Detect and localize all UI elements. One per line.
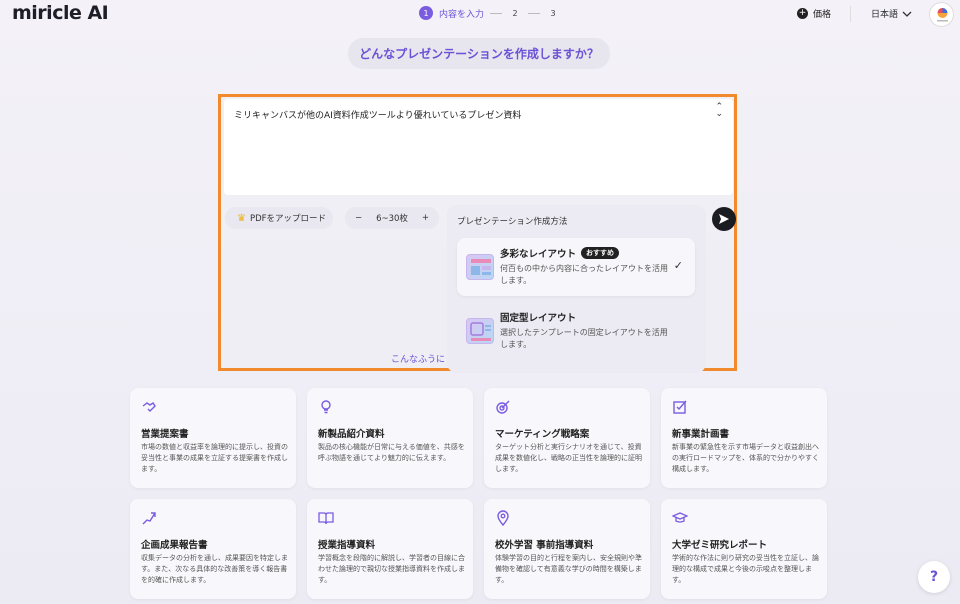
price-link[interactable]: + 価格 bbox=[797, 7, 831, 20]
examples-heading: こんなふうに bbox=[391, 355, 446, 365]
template-title: 授業指導資料 bbox=[318, 540, 376, 551]
template-desc: 新事業の緊急性を示す市場データと収益創出への実行ロードマップを、体系的で分かりや… bbox=[672, 443, 819, 473]
template-title: 営業提案書 bbox=[141, 429, 189, 440]
recommended-badge: おすすめ bbox=[581, 247, 620, 259]
template-title: マーケティング戦略案 bbox=[495, 429, 590, 440]
template-desc: 収集データの分析を通し、成果要因を特定します。また、次なる具体的な改善策を導く報… bbox=[141, 554, 288, 584]
template-card[interactable]: マーケティング戦略案 ターゲット分析と実行シナリオを通じて、投資成果を数値化し、… bbox=[484, 388, 650, 488]
header-divider bbox=[850, 6, 851, 22]
help-button[interactable]: ? bbox=[918, 561, 950, 593]
decrement-button[interactable]: − bbox=[355, 213, 362, 223]
app-logo[interactable]: miricle AI bbox=[12, 2, 109, 24]
question-bubble: どんなプレゼンテーションを作成しますか？ bbox=[348, 38, 610, 69]
top-bar: miricle AI 1 内容を入力 2 3 + 価格 日本語 bbox=[0, 0, 960, 28]
template-desc: ターゲット分析と実行シナリオを通じて、投資成果を数値化し、戦略の正当性を論理的に… bbox=[495, 443, 642, 473]
template-card[interactable]: 新製品紹介資料 製品の核心機能が日常に与える価値を、共感を呼ぶ物語を通じてより魅… bbox=[307, 388, 473, 488]
step-1-label: 内容を入力 bbox=[439, 9, 485, 20]
template-card[interactable]: 企画成果報告書 収集データの分析を通し、成果要因を特定します。また、次なる具体的… bbox=[130, 499, 296, 599]
template-card[interactable]: 授業指導資料 学習概念を段階的に解説し、学習者の目線に合わせた論理的で親切な授業… bbox=[307, 499, 473, 599]
template-desc: 市場の数値と収益率を論理的に提示し、投資の妥当性と事業の成果を立証する提案書を作… bbox=[141, 443, 288, 473]
template-title: 企画成果報告書 bbox=[141, 540, 208, 551]
fixed-layout-thumbnail-icon bbox=[466, 318, 494, 344]
step-divider bbox=[528, 12, 541, 14]
template-card[interactable]: 校外学習 事前指導資料 体験学習の目的と行程を案内し、安全規則や準備物を確認して… bbox=[484, 499, 650, 599]
option-varied-desc: 何百もの中から内容に合ったレイアウトを活用します。 bbox=[500, 264, 668, 285]
template-title: 新製品紹介資料 bbox=[318, 429, 385, 440]
checklist-icon bbox=[672, 399, 688, 415]
option-varied-title: 多彩なレイアウト bbox=[500, 249, 577, 260]
checkmark-icon: ✓ bbox=[673, 259, 683, 272]
language-label: 日本語 bbox=[871, 10, 899, 20]
pdf-upload-label: PDFをアップロード bbox=[249, 214, 327, 224]
template-desc: 製品の核心機能が日常に与える価値を、共感を呼ぶ物語を通じてより魅力的に伝えます。 bbox=[318, 443, 465, 462]
option-fixed-desc: 選択したテンプレートの固定レイアウトを活用します。 bbox=[500, 328, 668, 349]
language-selector[interactable]: 日本語 bbox=[871, 7, 912, 20]
step-indicator: 1 内容を入力 2 3 bbox=[419, 6, 560, 20]
step-1-number: 1 bbox=[419, 6, 433, 20]
handshake-icon bbox=[141, 399, 157, 415]
target-icon bbox=[495, 399, 511, 415]
template-title: 新事業計画書 bbox=[672, 429, 730, 440]
template-card[interactable]: 大学ゼミ研究レポート 学術的な作法に則り研究の妥当性を立証し、論理的な構成で成果… bbox=[661, 499, 827, 599]
avatar[interactable] bbox=[929, 2, 954, 27]
step-divider bbox=[490, 12, 503, 14]
varied-layout-thumbnail-icon bbox=[466, 254, 494, 280]
option-title: 多彩なレイアウト おすすめ bbox=[500, 246, 620, 260]
step-2-number: 2 bbox=[512, 8, 518, 18]
book-icon bbox=[318, 510, 334, 526]
template-title: 大学ゼミ研究レポート bbox=[672, 540, 768, 551]
pdf-upload-button[interactable]: ♛ PDFをアップロード bbox=[225, 207, 333, 229]
option-fixed-title: 固定型レイアウト bbox=[500, 313, 577, 324]
option-fixed-layout[interactable]: 固定型レイアウト 選択したテンプレートの固定レイアウトを活用します。 bbox=[457, 302, 695, 360]
lightbulb-icon bbox=[318, 399, 334, 415]
template-desc: 体験学習の目的と行程を案内し、安全規則や準備物を確認して有意義な学びの時間を構築… bbox=[495, 554, 642, 584]
method-panel-title: プレゼンテーション作成方法 bbox=[457, 217, 568, 227]
creation-method-dropdown: プレゼンテーション作成方法 多彩なレイアウト おすすめ 何百もの中から内容に合っ… bbox=[447, 205, 706, 373]
option-varied-layout[interactable]: 多彩なレイアウト おすすめ 何百もの中から内容に合ったレイアウトを活用します。 … bbox=[457, 238, 695, 296]
price-label: 価格 bbox=[813, 10, 832, 20]
plus-circle-icon: + bbox=[797, 8, 808, 19]
input-panel: ミリキャンバスが他のAI資料作成ツールより優れいているプレゼン資料 ⌃ ⌄ ♛ P… bbox=[218, 94, 737, 373]
template-card[interactable]: 新事業計画書 新事業の緊急性を示す市場データと収益創出への実行ロードマップを、体… bbox=[661, 388, 827, 488]
send-button[interactable] bbox=[712, 207, 736, 231]
user-avatar-icon bbox=[937, 8, 948, 22]
option-title: 固定型レイアウト bbox=[500, 310, 576, 324]
send-icon bbox=[719, 214, 729, 224]
crown-icon: ♛ bbox=[237, 212, 246, 224]
prompt-textarea[interactable]: ミリキャンバスが他のAI資料作成ツールより優れいているプレゼン資料 ⌃ ⌄ bbox=[224, 99, 733, 195]
slide-count-value: 6~30枚 bbox=[376, 214, 408, 224]
location-pin-icon bbox=[495, 510, 511, 527]
template-desc: 学術的な作法に則り研究の妥当性を立証し、論理的な構成で成果と今後の示唆点を整理し… bbox=[672, 554, 819, 584]
growth-chart-icon bbox=[141, 510, 157, 526]
prompt-text: ミリキャンバスが他のAI資料作成ツールより優れいているプレゼン資料 bbox=[234, 111, 522, 121]
expand-stepper-icon[interactable]: ⌃ ⌄ bbox=[715, 103, 723, 119]
graduation-cap-icon bbox=[671, 510, 689, 526]
increment-button[interactable]: + bbox=[422, 213, 429, 223]
template-card[interactable]: 営業提案書 市場の数値と収益率を論理的に提示し、投資の妥当性と事業の成果を立証す… bbox=[130, 388, 296, 488]
step-3-number: 3 bbox=[550, 8, 556, 18]
chevron-down-icon bbox=[902, 11, 912, 17]
template-desc: 学習概念を段階的に解説し、学習者の目線に合わせた論理的で親切な授業指導資料を作成… bbox=[318, 554, 465, 584]
slide-count-stepper: − 6~30枚 + bbox=[345, 207, 439, 229]
template-title: 校外学習 事前指導資料 bbox=[495, 540, 594, 551]
